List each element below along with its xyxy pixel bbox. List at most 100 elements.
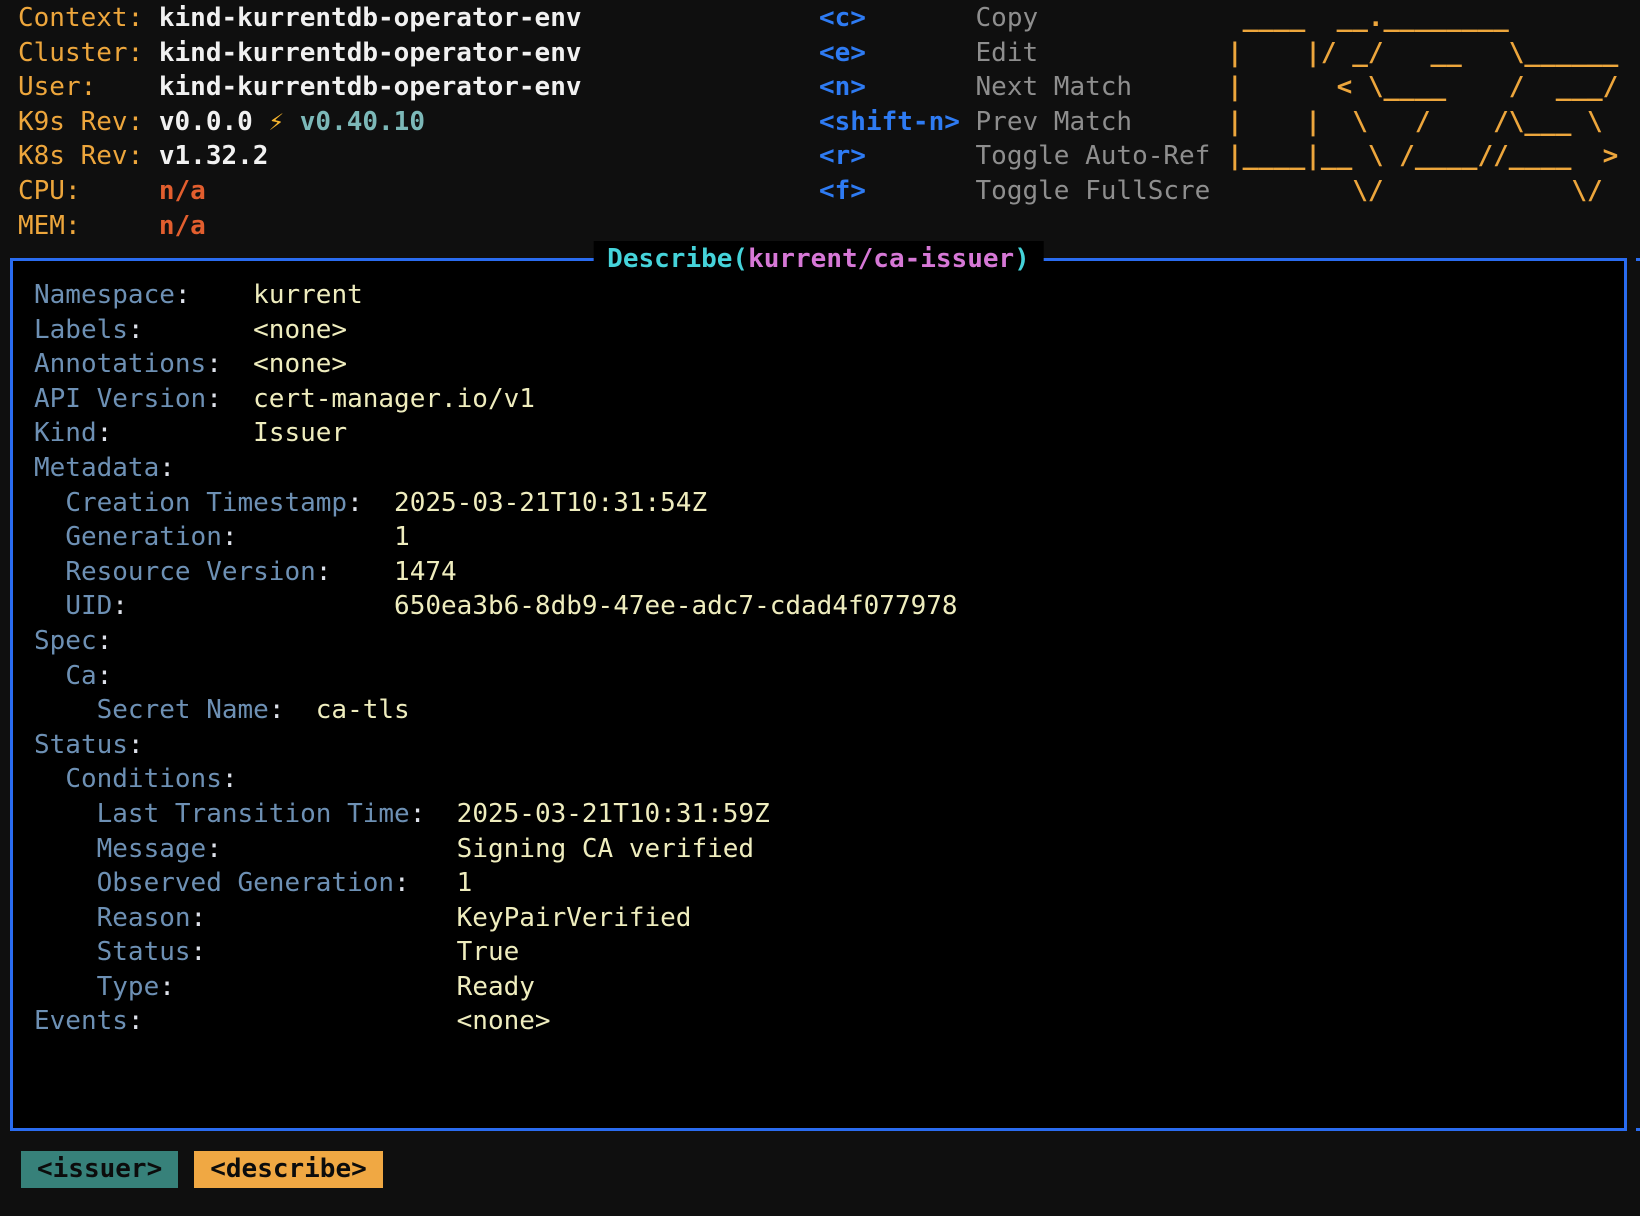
describe-line: Message: Signing CA verified xyxy=(34,834,754,864)
describe-colon: : xyxy=(269,695,285,725)
upgrade-version: v0.40.10 xyxy=(300,107,425,137)
describe-line: Status: xyxy=(34,730,144,760)
describe-value: 2025-03-21T10:31:59Z xyxy=(457,799,770,829)
describe-value: <none> xyxy=(253,315,347,345)
hotkey-item[interactable]: <c>Copy xyxy=(819,1,1210,36)
describe-key: API Version xyxy=(34,384,206,414)
lightning-bolt-icon: ⚡ xyxy=(268,107,284,137)
describe-key: Generation xyxy=(65,522,222,552)
describe-colon: : xyxy=(191,903,207,933)
describe-value: ca-tls xyxy=(316,695,410,725)
describe-line: Kind: Issuer xyxy=(34,418,347,448)
describe-line: Observed Generation: 1 xyxy=(34,868,472,898)
describe-colon: : xyxy=(97,418,113,448)
describe-line: Last Transition Time: 2025-03-21T10:31:5… xyxy=(34,799,770,829)
describe-value: Signing CA verified xyxy=(457,834,754,864)
describe-colon: : xyxy=(97,661,113,691)
describe-line: Labels: <none> xyxy=(34,315,347,345)
describe-key: Conditions xyxy=(65,764,222,794)
describe-value: 1 xyxy=(394,522,410,552)
cluster-info: Context:kind-kurrentdb-operator-envClust… xyxy=(18,1,582,243)
describe-key: Ca xyxy=(65,661,96,691)
hotkey-item[interactable]: <e>Edit xyxy=(819,36,1210,71)
right-edge-border-fragment-bottom xyxy=(1636,1128,1640,1131)
hotkey-key: <shift-n> xyxy=(819,105,976,140)
hotkey-key: <c> xyxy=(819,1,976,36)
hotkey-action-label: Prev Match xyxy=(976,107,1133,137)
k9s-terminal-screen: { "header": { "info": [ {"label": "Conte… xyxy=(0,0,1640,1216)
describe-key: Secret Name xyxy=(97,695,269,725)
cluster-info-row: K8s Rev:v1.32.2 xyxy=(18,139,582,174)
breadcrumbs: <issuer> <describe> xyxy=(21,1151,383,1188)
describe-colon: : xyxy=(159,453,175,483)
describe-colon: : xyxy=(222,522,238,552)
cluster-info-value: n/a xyxy=(159,176,206,206)
describe-colon: : xyxy=(222,764,238,794)
k9s-logo: ____ __.________ | |/ _/ __ \______ | < … xyxy=(1227,1,1618,209)
describe-value: <none> xyxy=(457,1006,551,1036)
describe-panel: Describe(kurrent/ca-issuer) Namespace: k… xyxy=(10,258,1627,1131)
hotkey-key: <f> xyxy=(819,174,976,209)
describe-value: 1474 xyxy=(394,557,457,587)
describe-line: Secret Name: ca-tls xyxy=(34,695,410,725)
cluster-info-value: n/a xyxy=(159,211,206,241)
describe-line: API Version: cert-manager.io/v1 xyxy=(34,384,535,414)
cluster-info-row: CPU:n/a xyxy=(18,174,582,209)
describe-value: kurrent xyxy=(253,280,363,310)
cluster-info-row: K9s Rev:v0.0.0 ⚡ v0.40.10 xyxy=(18,105,582,140)
right-edge-border-fragment-top xyxy=(1636,258,1640,261)
describe-line: Ca: xyxy=(34,661,112,691)
describe-colon: : xyxy=(206,834,222,864)
describe-colon: : xyxy=(112,591,128,621)
breadcrumb-issuer[interactable]: <issuer> xyxy=(21,1151,178,1188)
describe-line: Spec: xyxy=(34,626,112,656)
hotkey-item[interactable]: <shift-n>Prev Match xyxy=(819,105,1210,140)
cluster-info-value: kind-kurrentdb-operator-env xyxy=(159,3,582,33)
describe-key: UID xyxy=(65,591,112,621)
cluster-info-label: Cluster: xyxy=(18,36,159,71)
describe-key: Labels xyxy=(34,315,128,345)
cluster-info-label: User: xyxy=(18,70,159,105)
describe-value: <none> xyxy=(253,349,347,379)
describe-colon: : xyxy=(128,730,144,760)
breadcrumb-describe[interactable]: <describe> xyxy=(194,1151,383,1188)
describe-line: Resource Version: 1474 xyxy=(34,557,457,587)
describe-line: Generation: 1 xyxy=(34,522,410,552)
describe-content[interactable]: Namespace: kurrent Labels: <none> Annota… xyxy=(13,261,1624,1039)
describe-line: Namespace: kurrent xyxy=(34,280,363,310)
cluster-info-label: CPU: xyxy=(18,174,159,209)
cluster-info-label: MEM: xyxy=(18,209,159,244)
cluster-info-value: kind-kurrentdb-operator-env xyxy=(159,72,582,102)
hotkey-item[interactable]: <f>Toggle FullScre xyxy=(819,174,1210,209)
panel-title-resource: kurrent/ca-issuer xyxy=(748,244,1014,274)
cluster-info-label: K8s Rev: xyxy=(18,139,159,174)
describe-value: Ready xyxy=(457,972,535,1002)
describe-key: Annotations xyxy=(34,349,206,379)
cluster-info-row: MEM:n/a xyxy=(18,209,582,244)
describe-colon: : xyxy=(175,280,191,310)
describe-key: Metadata xyxy=(34,453,159,483)
describe-colon: : xyxy=(128,315,144,345)
describe-colon: : xyxy=(206,384,222,414)
panel-title-suffix: ) xyxy=(1014,244,1030,274)
hotkey-item[interactable]: <n>Next Match xyxy=(819,70,1210,105)
describe-colon: : xyxy=(159,972,175,1002)
describe-key: Observed Generation xyxy=(97,868,394,898)
describe-value: True xyxy=(457,937,520,967)
hotkey-item[interactable]: <r>Toggle Auto-Ref xyxy=(819,139,1210,174)
describe-line: Conditions: xyxy=(34,764,238,794)
panel-title: Describe(kurrent/ca-issuer) xyxy=(593,241,1044,278)
describe-key: Resource Version xyxy=(65,557,315,587)
cluster-info-row: Context:kind-kurrentdb-operator-env xyxy=(18,1,582,36)
describe-colon: : xyxy=(347,488,363,518)
describe-line: Status: True xyxy=(34,937,519,967)
cluster-info-row: Cluster:kind-kurrentdb-operator-env xyxy=(18,36,582,71)
describe-line: Annotations: <none> xyxy=(34,349,347,379)
describe-value: Issuer xyxy=(253,418,347,448)
describe-value: cert-manager.io/v1 xyxy=(253,384,535,414)
describe-colon: : xyxy=(394,868,410,898)
describe-key: Creation Timestamp xyxy=(65,488,347,518)
describe-line: Creation Timestamp: 2025-03-21T10:31:54Z xyxy=(34,488,707,518)
hotkey-action-label: Next Match xyxy=(976,72,1133,102)
describe-line: Metadata: xyxy=(34,453,175,483)
